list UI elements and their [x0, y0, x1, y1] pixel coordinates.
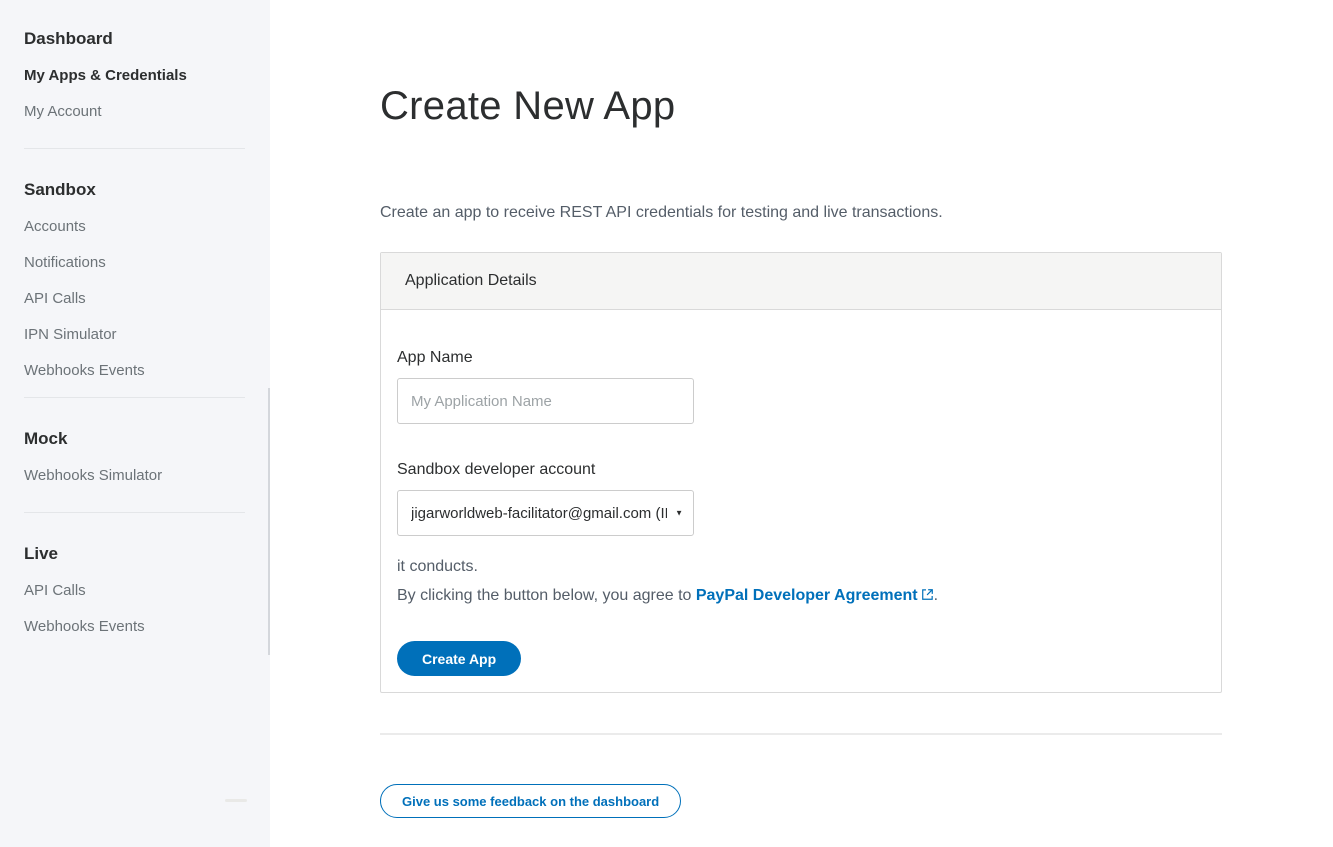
app-name-input[interactable] [397, 378, 694, 424]
sidebar-item-mock-webhooks-simulator[interactable]: Webhooks Simulator [24, 466, 245, 486]
panel-header: Application Details [381, 253, 1221, 310]
conducts-text: it conducts. [397, 552, 1197, 581]
main-content: Create New App Create an app to receive … [270, 0, 1333, 847]
sidebar-item-live-api-calls[interactable]: API Calls [24, 581, 245, 601]
sidebar-header-live: Live [24, 543, 245, 565]
agreement-text-block: it conducts. By clicking the button belo… [397, 552, 1197, 611]
app-name-label: App Name [397, 348, 1197, 368]
sidebar-divider [24, 148, 245, 149]
sidebar-item-my-account[interactable]: My Account [24, 102, 245, 122]
external-link-icon [921, 582, 934, 611]
sandbox-account-label: Sandbox developer account [397, 460, 1197, 480]
agreement-prefix: By clicking the button below, you agree … [397, 587, 696, 604]
decorative-dash [225, 799, 247, 802]
application-details-panel: Application Details App Name Sandbox dev… [380, 252, 1222, 693]
sidebar-item-sandbox-api-calls[interactable]: API Calls [24, 289, 245, 309]
agreement-line: By clicking the button below, you agree … [397, 581, 1197, 611]
sidebar-header-dashboard[interactable]: Dashboard [24, 28, 245, 50]
sidebar-item-sandbox-notifications[interactable]: Notifications [24, 253, 245, 273]
sidebar-item-live-webhooks-events[interactable]: Webhooks Events [24, 617, 245, 637]
sidebar-header-mock: Mock [24, 428, 245, 450]
sandbox-account-select-wrap: jigarworldweb-facilitator@gmail.com (IN … [397, 490, 694, 536]
create-app-button[interactable]: Create App [397, 641, 521, 676]
content-divider [380, 733, 1222, 735]
sidebar-header-sandbox: Sandbox [24, 179, 245, 201]
agreement-suffix: . [934, 587, 938, 604]
sidebar-item-my-apps-credentials[interactable]: My Apps & Credentials [24, 66, 245, 86]
sidebar-item-sandbox-webhooks-events[interactable]: Webhooks Events [24, 361, 245, 381]
intro-text: Create an app to receive REST API creden… [380, 204, 1222, 222]
sidebar-item-sandbox-accounts[interactable]: Accounts [24, 217, 245, 237]
developer-agreement-link[interactable]: PayPal Developer Agreement [696, 587, 918, 604]
sidebar-item-sandbox-ipn-simulator[interactable]: IPN Simulator [24, 325, 245, 345]
feedback-button[interactable]: Give us some feedback on the dashboard [380, 784, 681, 818]
sidebar-divider [24, 397, 245, 398]
sidebar-nav: Dashboard My Apps & Credentials My Accou… [0, 0, 270, 847]
page-title: Create New App [380, 86, 1222, 126]
sandbox-account-select[interactable]: jigarworldweb-facilitator@gmail.com (IN [397, 490, 694, 536]
sidebar-divider [24, 512, 245, 513]
panel-body: App Name Sandbox developer account jigar… [381, 310, 1221, 692]
